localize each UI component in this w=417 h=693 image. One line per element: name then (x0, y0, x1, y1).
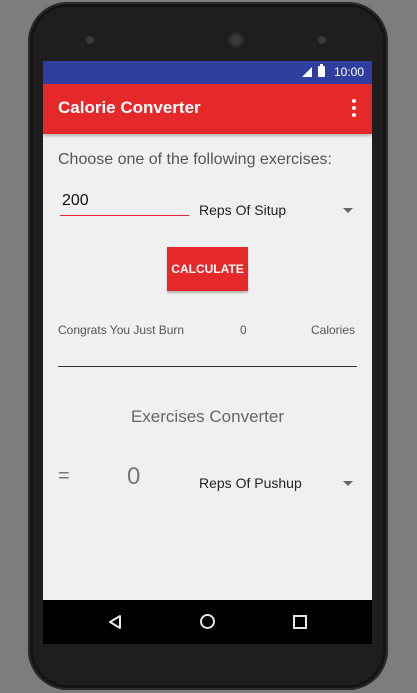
chevron-down-icon (343, 208, 353, 213)
recents-icon[interactable] (293, 615, 307, 629)
target-exercise-spinner[interactable]: Reps Of Pushup (199, 473, 357, 495)
calculate-button[interactable]: CALCULATE (167, 247, 248, 291)
earpiece-speaker (228, 32, 244, 48)
front-camera (86, 36, 94, 44)
calories-unit: Calories (311, 323, 356, 337)
proximity-sensor (318, 36, 326, 44)
converted-value: 0 (127, 463, 141, 490)
battery-icon (318, 64, 325, 77)
target-exercise-spinner-label: Reps Of Pushup (199, 475, 302, 491)
app-bar: Calorie Converter (43, 84, 372, 134)
back-icon[interactable] (107, 614, 123, 630)
home-icon[interactable] (200, 614, 215, 629)
app-title: Calorie Converter (58, 98, 201, 117)
divider (58, 366, 357, 367)
equals-sign: = (58, 465, 70, 487)
app-screen: 10:00 Calorie Converter Choose one of th… (43, 61, 372, 644)
chevron-down-icon (343, 481, 353, 486)
exercise-spinner[interactable]: Reps Of Situp (199, 200, 357, 222)
result-prefix: Congrats You Just Burn (58, 323, 185, 337)
amount-input[interactable] (60, 187, 189, 216)
status-time: 10:00 (333, 65, 364, 79)
exercise-prompt: Choose one of the following exercises: (58, 151, 332, 168)
more-vert-icon[interactable] (352, 99, 356, 117)
converter-title: Exercises Converter (130, 407, 285, 426)
navigation-bar (43, 600, 372, 644)
exercise-spinner-label: Reps Of Situp (199, 202, 287, 218)
calories-value: 0 (240, 323, 247, 337)
signal-icon (302, 67, 312, 77)
status-bar: 10:00 (43, 61, 372, 84)
